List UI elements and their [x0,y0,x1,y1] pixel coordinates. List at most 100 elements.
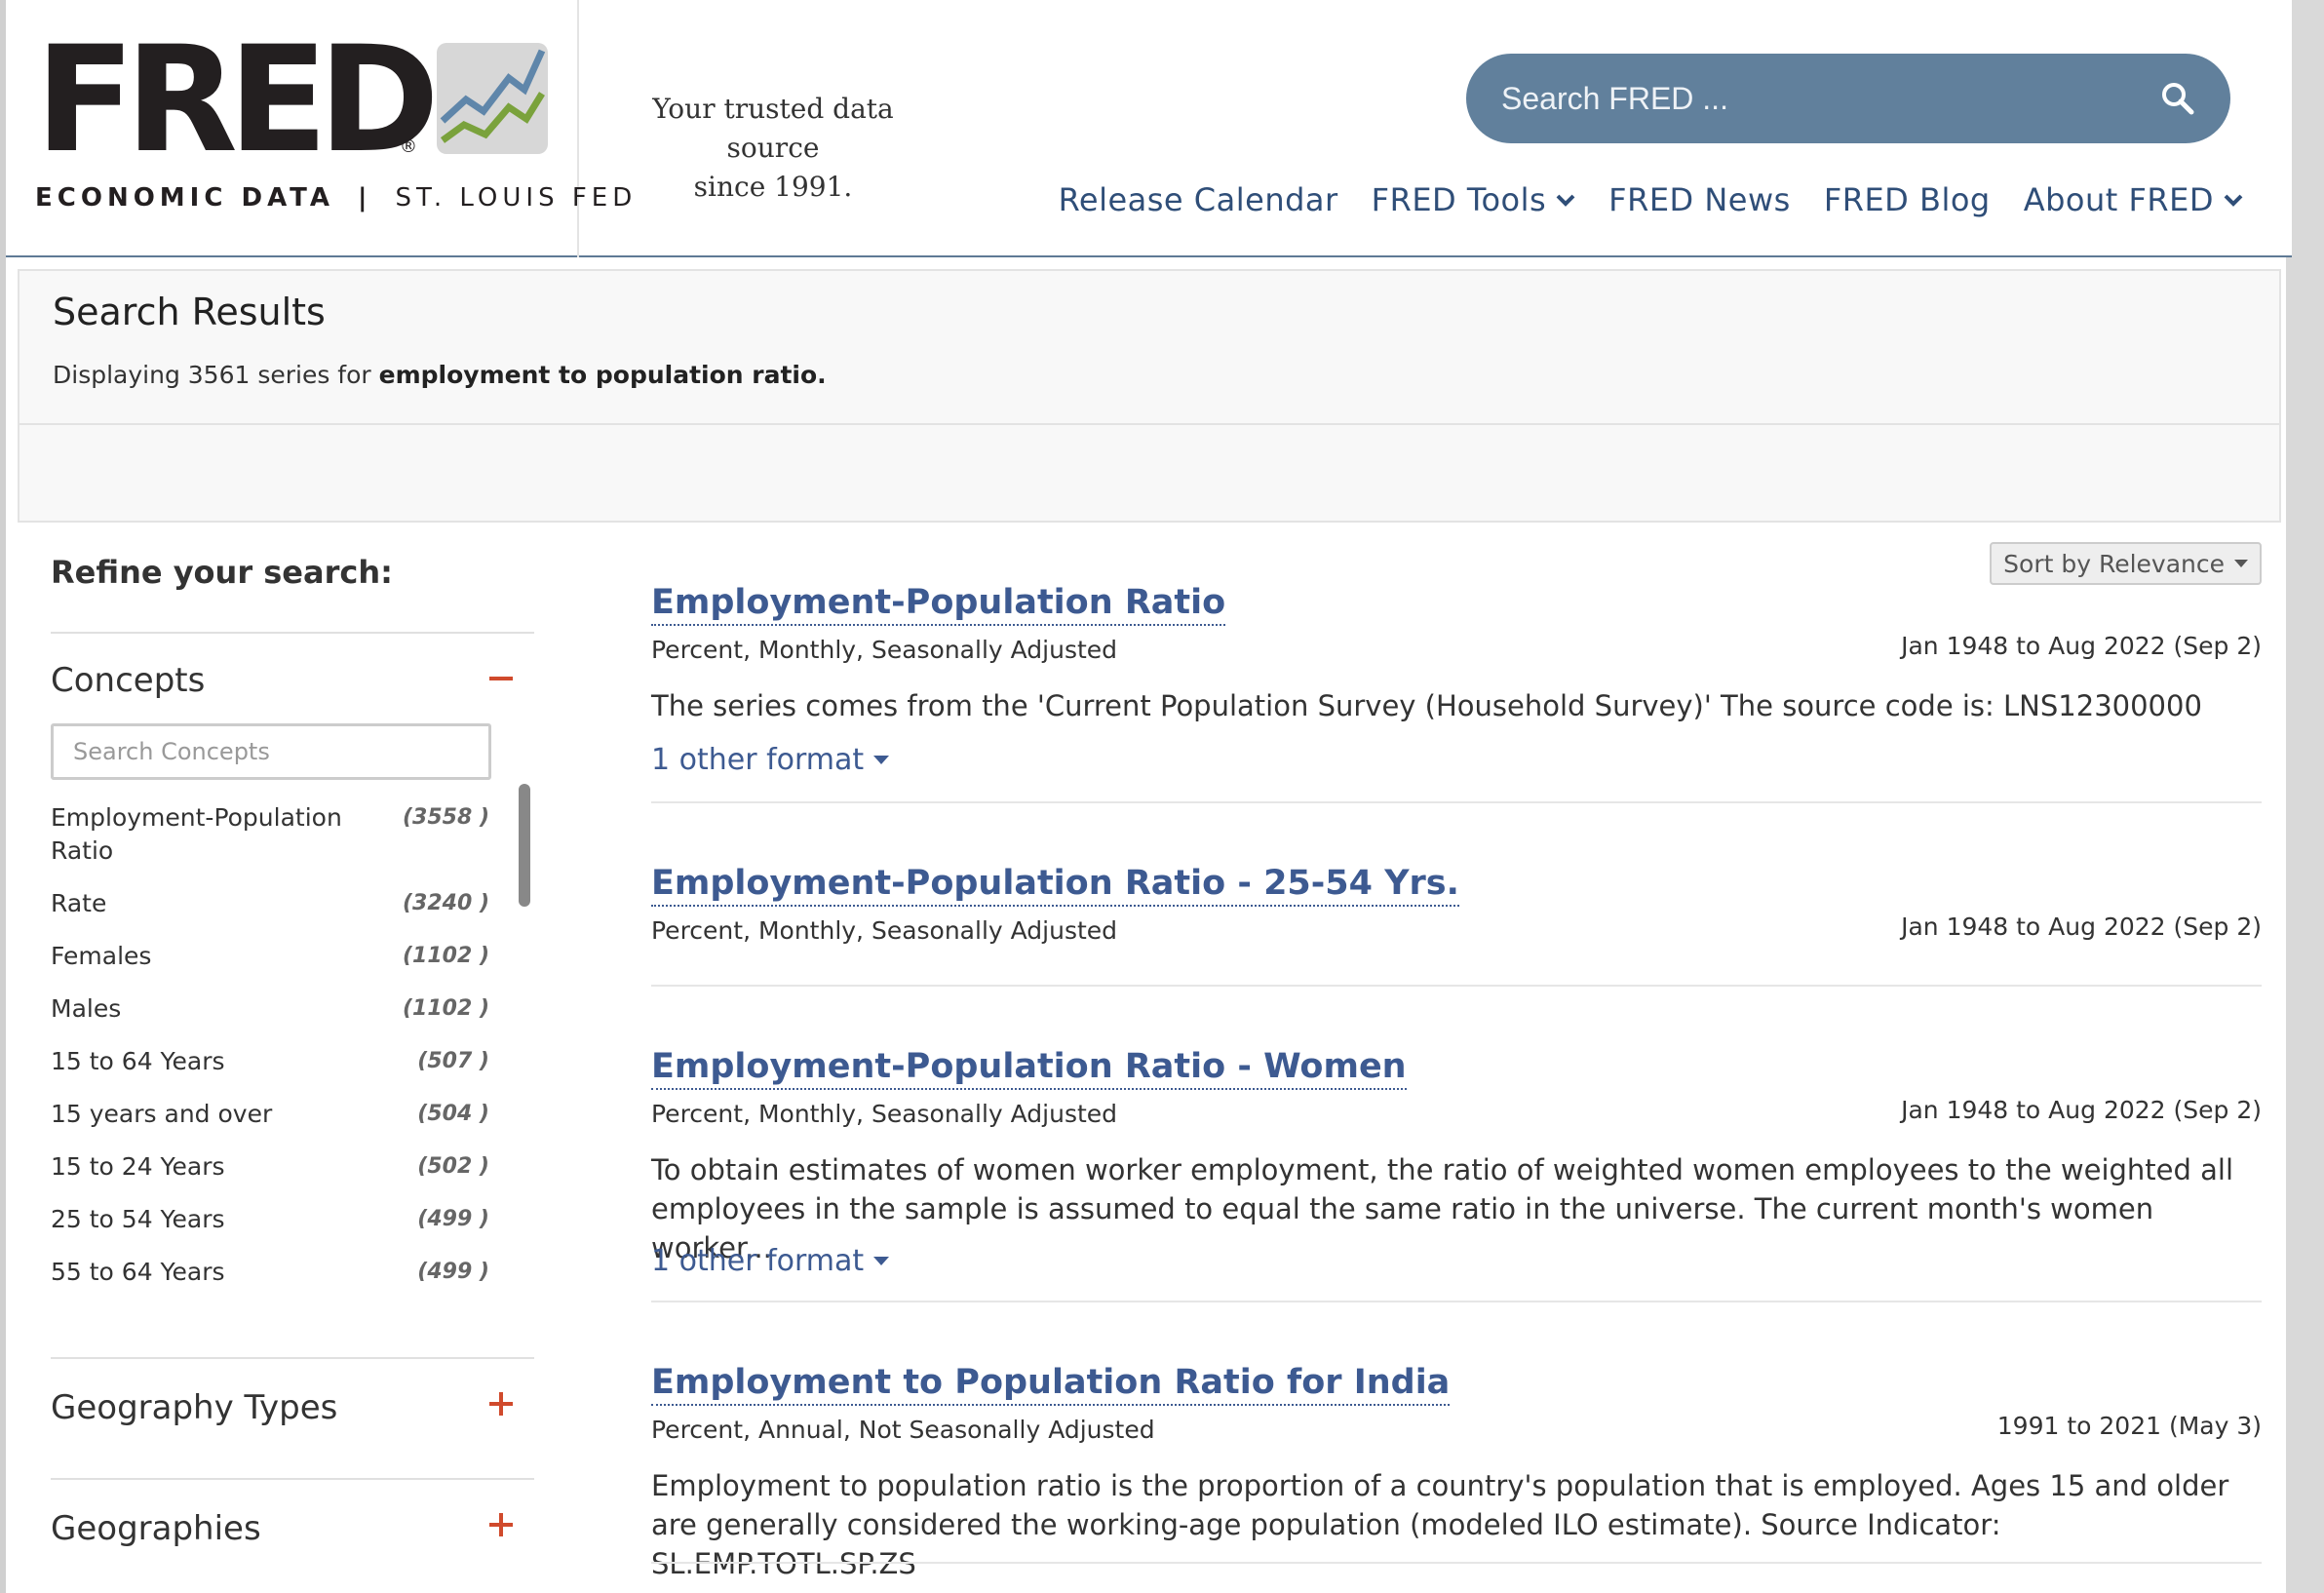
list-item[interactable]: 15 years and over (504 ) [51,1098,495,1150]
expand-icon[interactable] [489,1513,513,1536]
logo-separator: | [358,183,372,213]
caret-down-icon [873,756,890,764]
list-item[interactable]: Rate (3240 ) [51,887,495,940]
expand-icon[interactable] [489,1392,513,1416]
result-date-range: Jan 1948 to Aug 2022 (Sep 2) [1901,1096,2262,1124]
search-bar [1466,54,2230,143]
divider [651,801,2262,803]
collapse-icon[interactable] [489,677,513,680]
results-summary-prefix: Displaying 3561 series for [53,361,379,389]
other-format-toggle[interactable]: 1 other format [651,1244,890,1278]
result-title-link[interactable]: Employment-Population Ratio [651,583,1226,626]
result-meta: Percent, Monthly, Seasonally Adjusted [651,636,1118,664]
result-date-range: 1991 to 2021 (May 3) [1996,1412,2262,1440]
list-item[interactable]: Males (1102 ) [51,992,495,1045]
chevron-down-icon [1556,194,1575,207]
line-chart-icon [437,43,548,154]
result-date-range: Jan 1948 to Aug 2022 (Sep 2) [1901,632,2262,660]
tagline-line-1: Your trusted data source [652,93,894,164]
search-results-panel: Search Results Displaying 3561 series fo… [18,269,2281,523]
divider [651,1562,2262,1564]
logo-economic-data: ECONOMIC DATA [35,183,335,213]
nav-release-calendar[interactable]: Release Calendar [1059,181,1338,218]
concept-label: 15 to 64 Years [51,1047,225,1075]
divider [51,1357,534,1359]
other-format-label: 1 other format [651,743,865,777]
tagline-line-2: since 1991. [693,171,853,203]
list-item[interactable]: 15 to 64 Years (507 ) [51,1045,495,1098]
list-item[interactable]: 25 to 54 Years (499 ) [51,1203,495,1256]
result-description: Employment to population ratio is the pr… [651,1469,2229,1580]
page: FRED ® ECONOMIC DATA | ST. LOUIS FED Your … [0,0,2292,1593]
search-icon[interactable] [2160,81,2195,116]
divider [51,632,534,634]
sort-dropdown[interactable]: Sort by Relevance [1990,542,2262,585]
list-item[interactable]: 55 to 64 Years (499 ) [51,1256,495,1308]
divider [19,423,2279,425]
divider [651,985,2262,987]
concept-count: (1102 ) [403,944,489,968]
logo-registered-mark: ® [400,136,417,157]
concept-count: (499 ) [417,1207,489,1231]
nav-fred-tools-label: FRED Tools [1371,181,1547,218]
concept-count: (504 ) [417,1102,489,1126]
concept-count: (499 ) [417,1260,489,1284]
refine-heading: Refine your search: [51,554,393,591]
nav-fred-blog-label: FRED Blog [1823,181,1991,218]
result-description: The series comes from the 'Current Popul… [651,689,2202,722]
list-item[interactable]: 15 to 24 Years (502 ) [51,1150,495,1203]
tagline: Your trusted data source since 1991. [602,90,944,207]
concept-label: Rate [51,889,107,917]
result-meta: Percent, Monthly, Seasonally Adjusted [651,1100,1118,1128]
chevron-down-icon [2224,194,2243,207]
divider [651,1301,2262,1302]
concept-count: (3240 ) [403,891,489,915]
concept-label: 25 to 54 Years [51,1205,225,1233]
facet-geographies-title[interactable]: Geographies [51,1509,261,1548]
nav-fred-news-label: FRED News [1608,181,1791,218]
concept-count: (3558 ) [403,805,489,830]
nav-fred-blog[interactable]: FRED Blog [1824,181,1991,218]
result-meta: Percent, Annual, Not Seasonally Adjusted [651,1416,1155,1444]
result-date-range: Jan 1948 to Aug 2022 (Sep 2) [1901,913,2262,941]
concept-count: (502 ) [417,1154,489,1179]
nav-about-fred-label: About FRED [2023,181,2214,218]
concepts-search-input[interactable] [51,723,491,780]
main-nav: Release Calendar FRED Tools FRED News FR… [1059,181,2243,218]
nav-release-calendar-label: Release Calendar [1058,181,1338,218]
other-format-toggle[interactable]: 1 other format [651,743,890,777]
caret-down-icon [2234,560,2248,567]
concept-count: (507 ) [417,1049,489,1073]
logo-wordmark: FRED [35,16,440,185]
other-format-label: 1 other format [651,1244,865,1278]
facet-geography-types-title[interactable]: Geography Types [51,1388,337,1427]
results-summary: Displaying 3561 series for employment to… [53,361,827,389]
fred-logo[interactable]: FRED ® ECONOMIC DATA | ST. LOUIS FED [6,0,632,257]
facet-concepts-title[interactable]: Concepts [51,661,205,700]
nav-about-fred[interactable]: About FRED [2024,181,2243,218]
result-description: To obtain estimates of women worker empl… [651,1153,2234,1264]
concept-label: Males [51,994,122,1023]
nav-fred-news[interactable]: FRED News [1608,181,1791,218]
concept-label: 55 to 64 Years [51,1258,225,1286]
search-input[interactable] [1501,73,2125,124]
result-title-link[interactable]: Employment to Population Ratio for India [651,1363,1451,1406]
logo-subtitle: ECONOMIC DATA | ST. LOUIS FED [35,183,637,213]
concept-label: 15 to 24 Years [51,1152,225,1181]
logo-st-louis-fed: ST. LOUIS FED [395,183,638,213]
sort-label: Sort by Relevance [2003,549,2225,578]
list-item[interactable]: Females (1102 ) [51,940,495,992]
divider [51,1478,534,1480]
concept-label: 15 years and over [51,1100,273,1128]
caret-down-icon [873,1257,890,1265]
concept-label: Employment-Population Ratio [51,803,342,865]
concepts-scrollbar[interactable] [519,784,530,907]
result-title-link[interactable]: Employment-Population Ratio - Women [651,1047,1407,1090]
page-title: Search Results [53,291,326,333]
list-item[interactable]: Employment-Population Ratio (3558 ) [51,801,495,887]
concepts-list: Employment-Population Ratio (3558 ) Rate… [51,801,495,1318]
site-header: FRED ® ECONOMIC DATA | ST. LOUIS FED Your … [6,0,2292,257]
concept-label: Females [51,942,152,970]
result-title-link[interactable]: Employment-Population Ratio - 25-54 Yrs. [651,864,1459,907]
nav-fred-tools[interactable]: FRED Tools [1372,181,1576,218]
